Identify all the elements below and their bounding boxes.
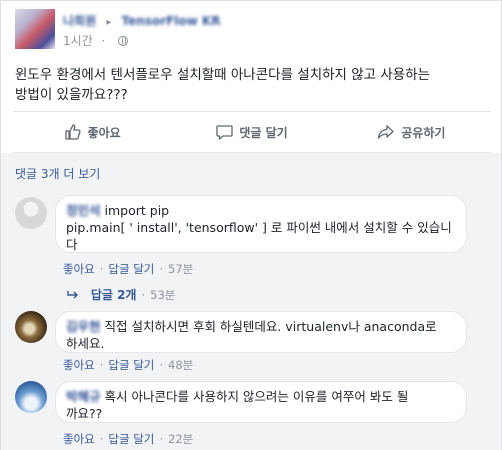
comment-time[interactable]: 48분 [168, 358, 193, 372]
reply-arrow-icon [67, 291, 78, 299]
comment-text: import pip [104, 203, 170, 218]
comment-author[interactable]: 박혜규 [66, 389, 101, 404]
comment-time[interactable]: 22분 [168, 432, 193, 446]
comment-author[interactable]: 정민석 [66, 203, 101, 218]
post-header: 나희원 ▸ TensorFlow KR 1시간 · [15, 9, 485, 51]
comments-section: 댓글 3개 더 보기 정민석 import pip pip.main[ ' ins… [1, 153, 501, 450]
comment-avatar[interactable] [15, 311, 47, 343]
comment-author[interactable]: 김우현 [66, 319, 101, 334]
comment-reply-link[interactable]: 답글 달기 [108, 432, 154, 446]
view-more-comments-link[interactable]: 댓글 3개 더 보기 [15, 165, 100, 182]
like-label: 좋아요 [87, 125, 121, 140]
share-label: 공유하기 [401, 125, 446, 140]
comment-meta: 좋아요 · 답글 달기 · 48분 [63, 358, 194, 372]
like-button[interactable]: 좋아요 [13, 112, 172, 152]
reply-thread-time: 53분 [150, 288, 176, 302]
author-avatar[interactable] [15, 9, 55, 49]
post-text-line: 윈도우 환경에서 텐서플로우 설치할때 아나콘다를 설치하지 않고 사용하는 [15, 67, 431, 83]
comment-bubble: 김우현 직접 설치하시면 후회 하실텐데요. virtualenv나 anacon… [55, 311, 467, 353]
share-button[interactable]: 공유하기 [332, 112, 491, 152]
meta-dot: · [101, 34, 106, 48]
group-name[interactable]: TensorFlow KR [122, 14, 221, 28]
comment-bubble: 정민석 import pip pip.main[ ' install', 'ten… [55, 195, 467, 253]
comment-text: 까요?? [66, 406, 103, 421]
post-time[interactable]: 1시간 [63, 34, 93, 48]
comment-text: 하세요. [66, 336, 105, 351]
share-icon [378, 125, 394, 139]
comment-bubble: 박혜규 혹시 아나콘다를 사용하지 않으려는 이유를 여쭈어 봐도 될 까요?? [55, 381, 467, 423]
author-name[interactable]: 나희원 [63, 14, 96, 28]
comment-text: 다 [66, 237, 78, 252]
comment-reply-link[interactable]: 답글 달기 [108, 262, 154, 276]
comment-time[interactable]: 57분 [168, 262, 193, 276]
view-replies-link[interactable]: 답글 2개 [91, 288, 137, 302]
comment-text: pip.main[ ' install', 'tensorflow' ] 로 파… [66, 220, 452, 235]
globe-icon [118, 36, 129, 46]
replies-link-row[interactable]: 답글 2개 · 53분 [67, 286, 175, 303]
comment-text: 직접 설치하시면 후회 하실텐데요. virtualenv나 anaconda로 [104, 319, 437, 334]
post-card: 나희원 ▸ TensorFlow KR 1시간 · 윈도우 환경에서 텐서플로우… [0, 0, 502, 450]
post-action-bar: 좋아요 댓글 달기 공유하기 [13, 111, 491, 153]
post-author-line: 나희원 ▸ TensorFlow KR [63, 12, 220, 29]
post-meta: 1시간 · [63, 32, 129, 49]
comment-icon [216, 125, 233, 140]
post-text-line: 방법이 있을까요??? [15, 87, 128, 103]
comment-meta: 좋아요 · 답글 달기 · 57분 [63, 262, 194, 276]
comment-like-link[interactable]: 좋아요 [63, 358, 95, 372]
thumbs-up-icon [64, 124, 81, 140]
comment-label: 댓글 달기 [239, 125, 288, 140]
comment-avatar[interactable] [15, 197, 47, 229]
comment-like-link[interactable]: 좋아요 [63, 262, 95, 276]
post-body: 윈도우 환경에서 텐서플로우 설치할때 아나콘다를 설치하지 않고 사용하는 방… [15, 65, 493, 105]
comment-reply-link[interactable]: 답글 달기 [108, 358, 154, 372]
comment-avatar[interactable] [15, 381, 47, 413]
comment-meta: 좋아요 · 답글 달기 · 22분 [63, 432, 194, 446]
comment-like-link[interactable]: 좋아요 [63, 432, 95, 446]
comment-button[interactable]: 댓글 달기 [172, 112, 331, 152]
comment-text: 혹시 아나콘다를 사용하지 않으려는 이유를 여쭈어 봐도 될 [104, 389, 409, 404]
caret-right-icon: ▸ [106, 17, 112, 28]
